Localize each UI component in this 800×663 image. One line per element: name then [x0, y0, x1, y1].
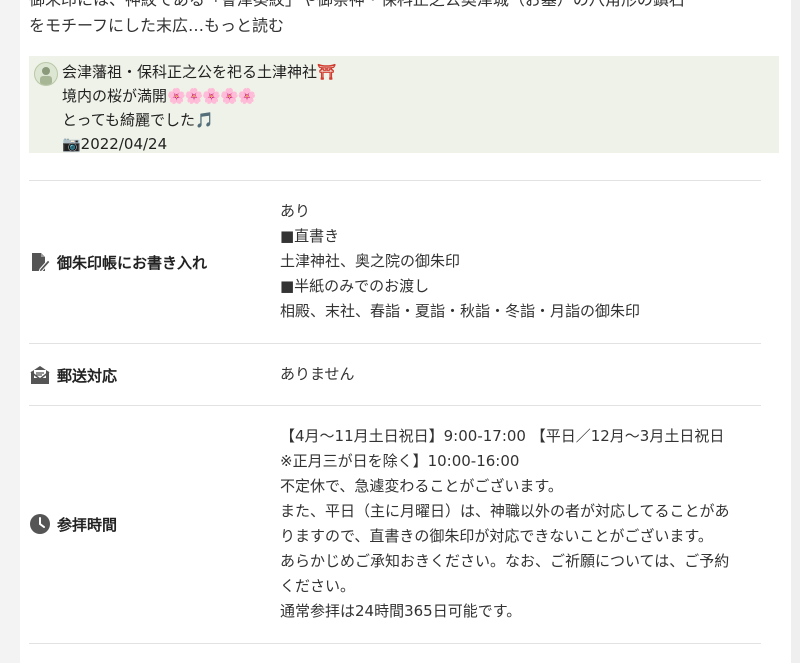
shrine-detail-card: 御朱印には、神紋である「會津葵紋」や御祭神・保科正之公奥津城（お墓）の八角形の鎮… — [20, 0, 791, 663]
hours-value-line: りますので、直書きの御朱印が対応できないことがございます。 — [280, 527, 713, 545]
user-post: 会津藩祖・保科正之公を祀る土津神社⛩ 境内の桜が満開🌸🌸🌸🌸🌸 とっても綺麗でし… — [29, 56, 779, 153]
hours-value-line: 【4月～11月土日祝日】9:00-17:00 【平日／12月～3月土日祝日 — [280, 427, 725, 445]
envelope-icon — [29, 364, 51, 386]
handwriting-label: 御朱印帳にお書き入れ — [29, 251, 207, 273]
torii-icon: ⛩ — [317, 63, 337, 81]
mail-label-text: 郵送対応 — [57, 366, 118, 385]
hours-label-text: 参拝時間 — [57, 515, 118, 534]
post-text: 会津藩祖・保科正之公を祀る土津神社⛩ 境内の桜が満開🌸🌸🌸🌸🌸 とっても綺麗でし… — [62, 60, 336, 156]
hours-label: 参拝時間 — [29, 513, 117, 535]
mail-label: 郵送対応 — [29, 364, 117, 386]
handwriting-value-line: ■半紙のみでのお渡し — [280, 277, 430, 295]
handwriting-value-line: ■直書き — [280, 227, 340, 245]
handwriting-value-line: 土津神社、奥之院の御朱印 — [280, 252, 461, 270]
pen-book-icon — [29, 251, 51, 273]
hours-value-line: ください。 — [280, 577, 356, 595]
post-line-3: とっても綺麗でした🎵 — [62, 111, 214, 129]
divider — [29, 343, 761, 344]
read-more-link[interactable]: もっと読む — [204, 16, 284, 35]
avatar[interactable] — [34, 62, 58, 86]
post-line-1: 会津藩祖・保科正之公を祀る土津神社 — [62, 63, 318, 81]
sakura-icons: 🌸🌸🌸🌸🌸 — [167, 87, 256, 105]
post-line-4: 📷2022/04/24 — [62, 135, 168, 153]
divider — [29, 405, 761, 406]
divider — [29, 180, 761, 181]
handwriting-value: あり ■直書き 土津神社、奥之院の御朱印 ■半紙のみでのお渡し 相殿、末社、春詣… — [280, 199, 765, 324]
hours-value-line: 不定休で、急遽変わることがございます。 — [280, 477, 563, 495]
handwriting-value-line: あり — [280, 202, 311, 220]
hours-value-line: あらかじめご承知おきください。なお、ご祈願については、ご予約 — [280, 552, 730, 570]
mail-value: ありません — [280, 362, 765, 387]
description-line-2: をモチーフにした末広… — [29, 16, 205, 35]
page-scroll-edge — [791, 0, 800, 663]
hours-value-line: また、平日（主に月曜日）は、神職以外の者が対応してることがあ — [280, 502, 730, 520]
mail-value-line: ありません — [280, 365, 355, 383]
divider — [29, 643, 761, 644]
handwriting-value-line: 相殿、末社、春詣・夏詣・秋詣・冬詣・月詣の御朱印 — [280, 302, 641, 320]
hours-value: 【4月～11月土日祝日】9:00-17:00 【平日／12月～3月土日祝日 ※正… — [280, 424, 765, 624]
hours-value-line: ※正月三が日を除く】10:00-16:00 — [280, 452, 520, 470]
handwriting-label-text: 御朱印帳にお書き入れ — [57, 253, 208, 272]
clock-icon — [29, 513, 51, 535]
post-line-2: 境内の桜が満開 — [62, 87, 168, 105]
hours-value-line: 通常参拝は24時間365日可能です。 — [280, 602, 522, 620]
description-line-1: 御朱印には、神紋である「會津葵紋」や御祭神・保科正之公奥津城（お墓）の八角形の鎮… — [29, 0, 784, 13]
goshuin-description: 御朱印には、神紋である「會津葵紋」や御祭神・保科正之公奥津城（お墓）の八角形の鎮… — [29, 0, 784, 39]
